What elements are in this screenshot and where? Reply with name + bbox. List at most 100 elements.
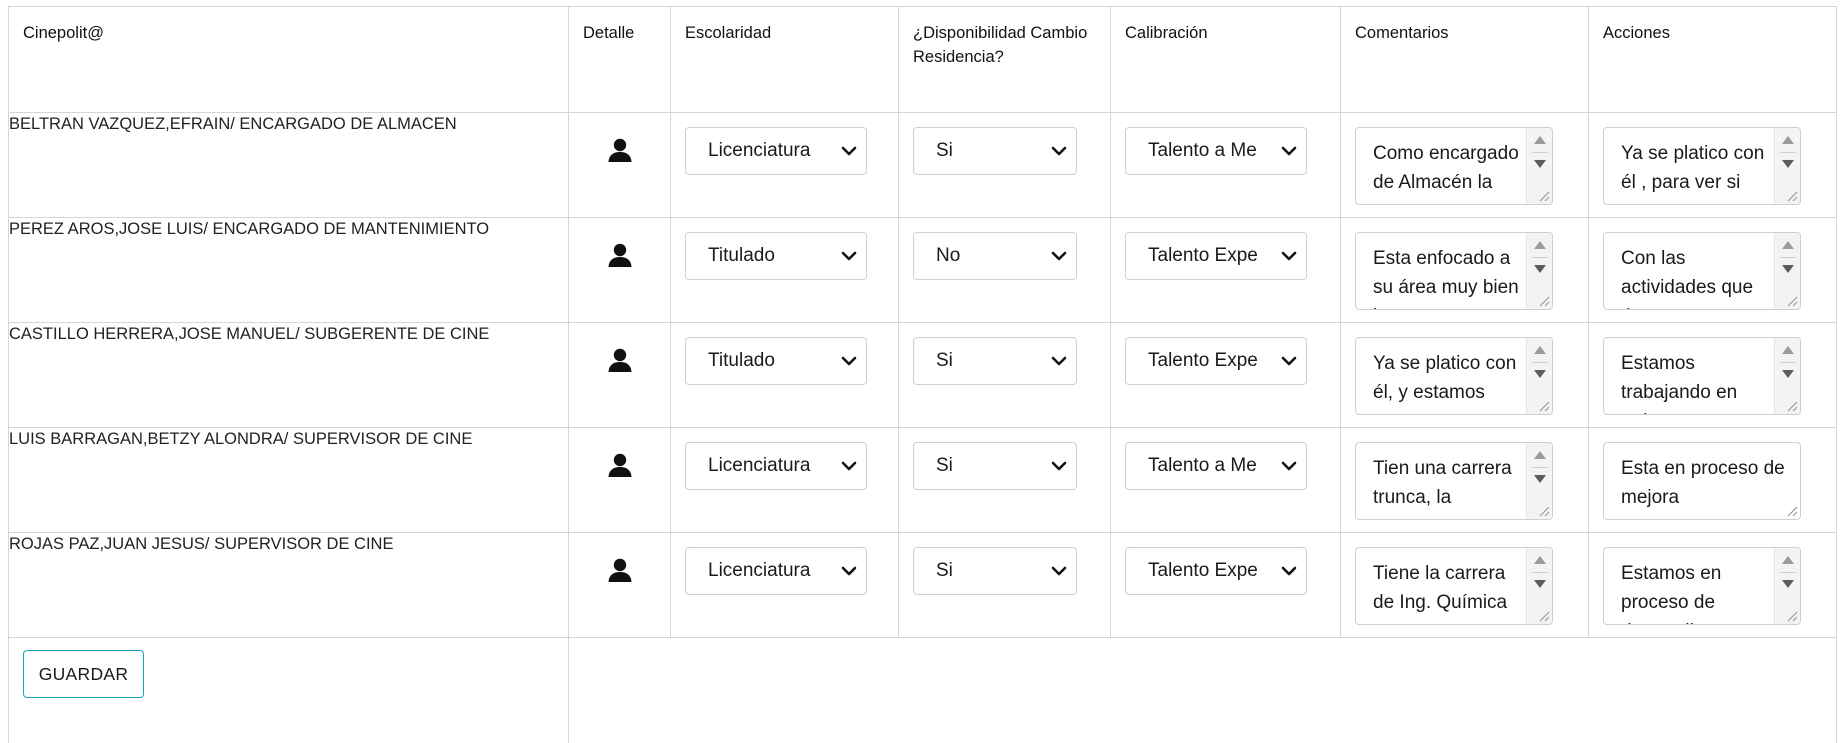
- resize-grip-icon[interactable]: [1536, 293, 1550, 307]
- scroll-up-icon[interactable]: [1782, 136, 1794, 144]
- resize-grip-icon[interactable]: [1784, 188, 1798, 202]
- evaluation-panel: Cinepolit@ Detalle Escolaridad ¿Disponib…: [8, 6, 1837, 743]
- resize-grip-icon[interactable]: [1784, 293, 1798, 307]
- disponibilidad-select[interactable]: Si: [913, 547, 1077, 595]
- escolaridad-select[interactable]: Licenciatura: [685, 127, 867, 175]
- save-cell: GUARDAR: [8, 637, 569, 743]
- chevron-down-icon: [841, 251, 857, 261]
- disponibilidad-select[interactable]: Si: [913, 442, 1077, 490]
- escolaridad-cell: Licenciatura: [670, 427, 899, 533]
- calibracion-select[interactable]: Talento Expe: [1125, 337, 1307, 385]
- scroll-down-icon[interactable]: [1782, 580, 1794, 588]
- calibracion-select[interactable]: Talento Expe: [1125, 232, 1307, 280]
- acciones-textarea[interactable]: Estamos en proceso de desarrollo: [1603, 547, 1801, 625]
- chevron-down-icon: [841, 356, 857, 366]
- comentarios-textarea[interactable]: Tiene la carrera de Ing. Química: [1355, 547, 1553, 625]
- disponibilidad-value: No: [936, 245, 961, 266]
- escolaridad-select[interactable]: Licenciatura: [685, 442, 867, 490]
- scroll-up-icon[interactable]: [1534, 451, 1546, 459]
- calibracion-value: Talento Expe: [1148, 350, 1258, 371]
- escolaridad-select[interactable]: Titulado: [685, 337, 867, 385]
- header-disponibilidad: ¿Disponibilidad Cambio Residencia?: [898, 6, 1111, 113]
- comentarios-textarea[interactable]: Ya se platico con él, y estamos: [1355, 337, 1553, 415]
- calibracion-value: Talento a Me: [1148, 455, 1257, 476]
- comentarios-cell: Tiene la carrera de Ing. Química: [1340, 532, 1589, 638]
- calibracion-select[interactable]: Talento a Me: [1125, 442, 1307, 490]
- disponibilidad-value: Si: [936, 350, 953, 371]
- comentarios-text: Esta enfocado a su área muy bien lo: [1373, 248, 1519, 309]
- scroll-up-icon[interactable]: [1782, 241, 1794, 249]
- scroll-down-icon[interactable]: [1782, 370, 1794, 378]
- user-icon[interactable]: [607, 137, 633, 163]
- scroll-up-icon[interactable]: [1782, 556, 1794, 564]
- scroll-up-icon[interactable]: [1534, 241, 1546, 249]
- detail-cell: [568, 532, 671, 638]
- comentarios-text: Tien una carrera trunca, la: [1373, 458, 1512, 508]
- disponibilidad-value: Si: [936, 140, 953, 161]
- escolaridad-select[interactable]: Licenciatura: [685, 547, 867, 595]
- chevron-down-icon: [1051, 356, 1067, 366]
- scroll-up-icon[interactable]: [1782, 346, 1794, 354]
- comentarios-cell: Como encargado de Almacén la: [1340, 112, 1589, 218]
- header-detalle: Detalle: [568, 6, 671, 113]
- save-row: GUARDAR: [8, 637, 1837, 743]
- detail-cell: [568, 427, 671, 533]
- comentarios-text: Tiene la carrera de Ing. Química: [1373, 563, 1508, 613]
- disponibilidad-select[interactable]: Si: [913, 337, 1077, 385]
- acciones-textarea[interactable]: Ya se platico con él , para ver si: [1603, 127, 1801, 205]
- escolaridad-select[interactable]: Titulado: [685, 232, 867, 280]
- calibracion-select[interactable]: Talento Expe: [1125, 547, 1307, 595]
- escolaridad-value: Licenciatura: [708, 560, 811, 581]
- calibracion-select[interactable]: Talento a Me: [1125, 127, 1307, 175]
- comentarios-textarea[interactable]: Esta enfocado a su área muy bien lo: [1355, 232, 1553, 310]
- escolaridad-cell: Titulado: [670, 217, 899, 323]
- resize-grip-icon[interactable]: [1784, 503, 1798, 517]
- scroll-down-icon[interactable]: [1534, 475, 1546, 483]
- scroll-down-icon[interactable]: [1534, 160, 1546, 168]
- scroll-up-icon[interactable]: [1534, 346, 1546, 354]
- calibracion-value: Talento Expe: [1148, 560, 1258, 581]
- employee-name: BELTRAN VAZQUEZ,EFRAIN/ ENCARGADO DE ALM…: [8, 112, 569, 218]
- save-button[interactable]: GUARDAR: [23, 650, 144, 698]
- acciones-textarea[interactable]: Con las actividades que tiene: [1603, 232, 1801, 310]
- header-comentarios: Comentarios: [1340, 6, 1589, 113]
- calibracion-cell: Talento Expe: [1110, 532, 1341, 638]
- scroll-up-icon[interactable]: [1534, 556, 1546, 564]
- scroll-down-icon[interactable]: [1534, 370, 1546, 378]
- acciones-textarea[interactable]: Esta en proceso de mejora: [1603, 442, 1801, 520]
- comentarios-cell: Esta enfocado a su área muy bien lo: [1340, 217, 1589, 323]
- escolaridad-cell: Titulado: [670, 322, 899, 428]
- comentarios-textarea[interactable]: Como encargado de Almacén la: [1355, 127, 1553, 205]
- scroll-down-icon[interactable]: [1782, 265, 1794, 273]
- comentarios-textarea[interactable]: Tien una carrera trunca, la: [1355, 442, 1553, 520]
- table-header-row: Cinepolit@ Detalle Escolaridad ¿Disponib…: [8, 6, 1837, 113]
- resize-grip-icon[interactable]: [1784, 398, 1798, 412]
- user-icon[interactable]: [607, 242, 633, 268]
- resize-grip-icon[interactable]: [1536, 188, 1550, 202]
- comentarios-cell: Tien una carrera trunca, la: [1340, 427, 1589, 533]
- chevron-down-icon: [1281, 566, 1297, 576]
- scroll-down-icon[interactable]: [1782, 160, 1794, 168]
- acciones-text: Estamos trabajando en todo: [1621, 353, 1738, 414]
- user-icon[interactable]: [607, 347, 633, 373]
- user-icon[interactable]: [607, 452, 633, 478]
- scroll-down-icon[interactable]: [1534, 265, 1546, 273]
- resize-grip-icon[interactable]: [1536, 398, 1550, 412]
- escolaridad-value: Titulado: [708, 350, 775, 371]
- scroll-down-icon[interactable]: [1534, 580, 1546, 588]
- escolaridad-value: Licenciatura: [708, 455, 811, 476]
- acciones-cell: Ya se platico con él , para ver si: [1588, 112, 1837, 218]
- user-icon[interactable]: [607, 557, 633, 583]
- disponibilidad-select[interactable]: No: [913, 232, 1077, 280]
- calibracion-cell: Talento Expe: [1110, 322, 1341, 428]
- save-row-empty: [568, 637, 1837, 743]
- chevron-down-icon: [841, 146, 857, 156]
- resize-grip-icon[interactable]: [1536, 503, 1550, 517]
- resize-grip-icon[interactable]: [1536, 608, 1550, 622]
- acciones-textarea[interactable]: Estamos trabajando en todo: [1603, 337, 1801, 415]
- disponibilidad-select[interactable]: Si: [913, 127, 1077, 175]
- scroll-up-icon[interactable]: [1534, 136, 1546, 144]
- table-row: ROJAS PAZ,JUAN JESUS/ SUPERVISOR DE CINE…: [8, 532, 1837, 638]
- resize-grip-icon[interactable]: [1784, 608, 1798, 622]
- chevron-down-icon: [1281, 461, 1297, 471]
